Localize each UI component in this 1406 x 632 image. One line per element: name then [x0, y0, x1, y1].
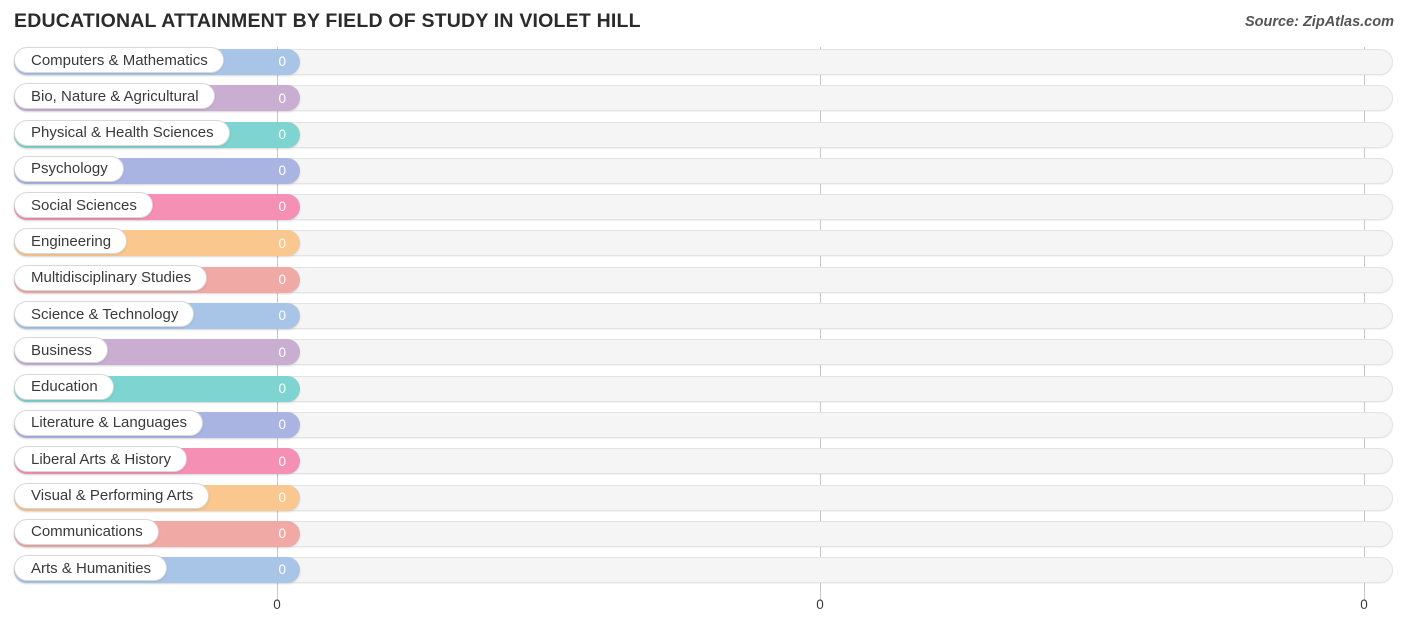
x-axis: 0 0 0: [0, 597, 1406, 632]
category-label: Multidisciplinary Studies: [31, 269, 192, 287]
bar-value-label: 0: [278, 272, 286, 288]
bar-value-label: 0: [278, 235, 286, 251]
category-label-pill[interactable]: Arts & Humanities: [14, 555, 168, 582]
category-label: Computers & Mathematics: [31, 51, 208, 69]
category-label-pill[interactable]: Liberal Arts & History: [14, 446, 188, 473]
bar-value-label: 0: [278, 126, 286, 142]
category-label: Science & Technology: [31, 305, 179, 323]
table-row[interactable]: 0 Physical & Health Sciences: [0, 119, 1406, 150]
bar-value-label: 0: [278, 90, 286, 106]
table-row[interactable]: 0 Science & Technology: [0, 301, 1406, 331]
category-label-pill[interactable]: Psychology: [14, 155, 124, 182]
bar-value-label: 0: [278, 308, 286, 324]
bar-value-label: 0: [278, 199, 286, 215]
category-label: Liberal Arts & History: [31, 450, 172, 468]
table-row[interactable]: 0 Computers & Mathematics: [0, 47, 1406, 77]
category-label: Engineering: [31, 232, 112, 250]
source-attribution: Source: ZipAtlas.com: [1244, 14, 1394, 30]
table-row[interactable]: 0 Social Sciences: [0, 192, 1406, 222]
category-label-pill[interactable]: Social Sciences: [14, 192, 153, 219]
table-row[interactable]: 0 Engineering: [0, 228, 1406, 258]
bar-value-label: 0: [278, 526, 286, 542]
bar-value-label: 0: [278, 163, 286, 179]
category-label: Communications: [31, 523, 143, 541]
category-label-pill[interactable]: Literature & Languages: [14, 409, 203, 436]
x-axis-tick-label: 0: [816, 597, 824, 612]
bar-value-label: 0: [278, 54, 286, 70]
chart-header: EDUCATIONAL ATTAINMENT BY FIELD OF STUDY…: [0, 0, 1406, 44]
category-label: Arts & Humanities: [31, 559, 152, 577]
bar-value-label: 0: [278, 489, 286, 505]
category-label-pill[interactable]: Computers & Mathematics: [14, 47, 224, 73]
bar-rows: 0 Computers & Mathematics 0 Bio, Nature & A…: [0, 47, 1406, 591]
page-title: EDUCATIONAL ATTAINMENT BY FIELD OF STUDY…: [14, 10, 641, 32]
category-label: Business: [31, 341, 92, 359]
table-row[interactable]: 0 Education: [0, 373, 1406, 404]
category-label: Psychology: [31, 160, 108, 178]
table-row[interactable]: 0 Visual & Performing Arts: [0, 482, 1406, 513]
category-label-pill[interactable]: Business: [14, 337, 108, 364]
bar-value-label: 0: [278, 417, 286, 433]
table-row[interactable]: 0 Business: [0, 337, 1406, 367]
bar-value-label: 0: [278, 562, 286, 578]
table-row[interactable]: 0 Bio, Nature & Agricultural: [0, 83, 1406, 113]
table-row[interactable]: 0 Communications: [0, 518, 1406, 549]
table-row[interactable]: 0 Psychology: [0, 155, 1406, 186]
bar-value-label: 0: [278, 453, 286, 469]
category-label: Bio, Nature & Agricultural: [31, 87, 199, 105]
category-label: Physical & Health Sciences: [31, 124, 214, 142]
category-label: Visual & Performing Arts: [31, 487, 194, 505]
x-axis-tick-label: 0: [273, 597, 281, 612]
category-label: Education: [31, 378, 98, 396]
table-row[interactable]: 0 Multidisciplinary Studies: [0, 264, 1406, 295]
bar-value-label: 0: [278, 380, 286, 396]
category-label-pill[interactable]: Physical & Health Sciences: [14, 119, 230, 146]
category-label: Literature & Languages: [31, 414, 187, 432]
category-label-pill[interactable]: Visual & Performing Arts: [14, 482, 210, 509]
table-row[interactable]: 0 Liberal Arts & History: [0, 446, 1406, 476]
category-label: Social Sciences: [31, 196, 137, 214]
table-row[interactable]: 0 Literature & Languages: [0, 409, 1406, 440]
chart-plot-area: 0 Computers & Mathematics 0 Bio, Nature & A…: [0, 47, 1406, 601]
bar-value-label: 0: [278, 344, 286, 360]
category-label-pill[interactable]: Bio, Nature & Agricultural: [14, 83, 215, 110]
category-label-pill[interactable]: Multidisciplinary Studies: [14, 264, 208, 291]
category-label-pill[interactable]: Engineering: [14, 228, 128, 255]
table-row[interactable]: 0 Arts & Humanities: [0, 555, 1406, 585]
category-label-pill[interactable]: Science & Technology: [14, 301, 195, 328]
x-axis-tick-label: 0: [1360, 597, 1368, 612]
category-label-pill[interactable]: Education: [14, 373, 114, 400]
category-label-pill[interactable]: Communications: [14, 518, 159, 545]
